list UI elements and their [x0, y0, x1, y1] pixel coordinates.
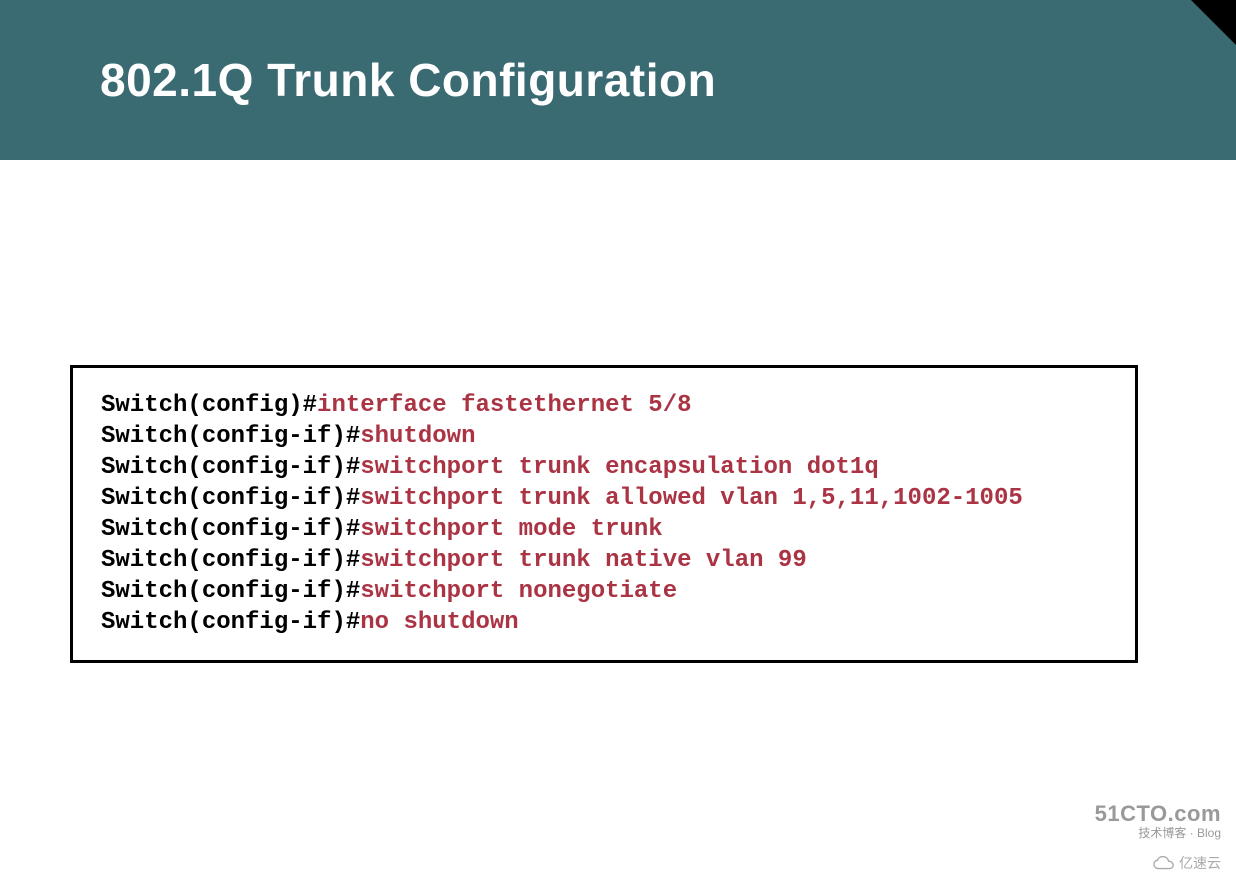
command: switchport mode trunk: [360, 516, 662, 543]
slide-header: 802.1Q Trunk Configuration: [0, 0, 1236, 160]
command: switchport nonegotiate: [360, 578, 677, 605]
command: switchport trunk native vlan 99: [360, 547, 806, 574]
config-line: Switch(config-if)#shutdown: [101, 421, 1107, 452]
slide-title: 802.1Q Trunk Configuration: [100, 53, 716, 107]
prompt: Switch(config-if)#: [101, 578, 360, 605]
command: switchport trunk allowed vlan 1,5,11,100…: [360, 485, 1023, 512]
config-code-box: Switch(config)#interface fastethernet 5/…: [70, 365, 1138, 663]
prompt: Switch(config-if)#: [101, 485, 360, 512]
config-line: Switch(config-if)#switchport nonegotiate: [101, 576, 1107, 607]
config-line: Switch(config-if)#no shutdown: [101, 607, 1107, 638]
content-area: Switch(config)#interface fastethernet 5/…: [0, 160, 1236, 663]
prompt: Switch(config-if)#: [101, 454, 360, 481]
cloud-icon: [1153, 855, 1175, 871]
command: shutdown: [360, 423, 475, 450]
prompt: Switch(config-if)#: [101, 516, 360, 543]
command: no shutdown: [360, 609, 518, 636]
command: interface fastethernet 5/8: [317, 392, 691, 419]
config-line: Switch(config-if)#switchport trunk encap…: [101, 452, 1107, 483]
config-line: Switch(config)#interface fastethernet 5/…: [101, 390, 1107, 421]
watermark-yisu: 亿速云: [1153, 853, 1221, 873]
command: switchport trunk encapsulation dot1q: [360, 454, 878, 481]
config-line: Switch(config-if)#switchport trunk allow…: [101, 483, 1107, 514]
watermark-51cto: 51CTO.com 技术博客 · Blog: [1095, 801, 1221, 841]
prompt: Switch(config)#: [101, 392, 317, 419]
prompt: Switch(config-if)#: [101, 547, 360, 574]
config-line: Switch(config-if)#switchport mode trunk: [101, 514, 1107, 545]
corner-decoration: [1191, 0, 1236, 45]
watermark-text: 亿速云: [1179, 853, 1221, 873]
config-line: Switch(config-if)#switchport trunk nativ…: [101, 545, 1107, 576]
prompt: Switch(config-if)#: [101, 609, 360, 636]
prompt: Switch(config-if)#: [101, 423, 360, 450]
